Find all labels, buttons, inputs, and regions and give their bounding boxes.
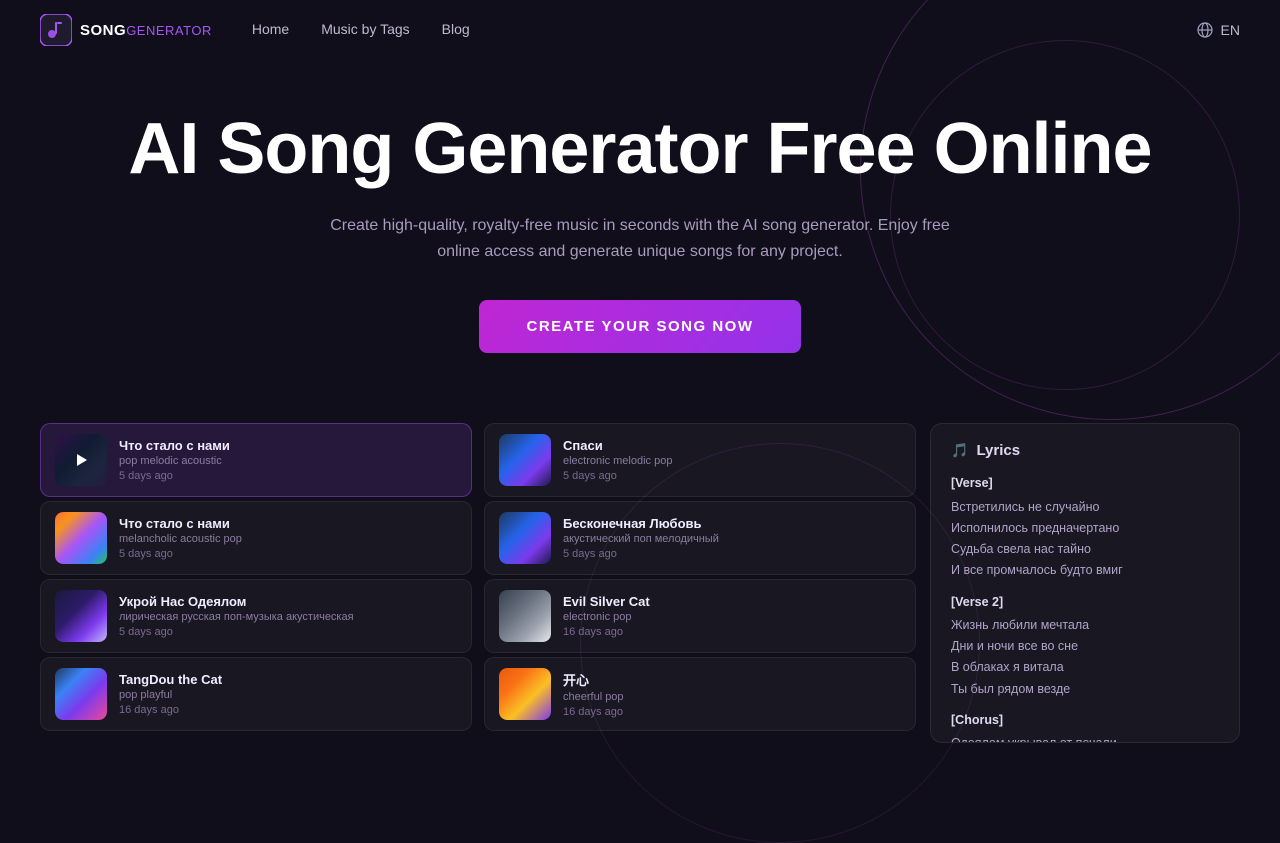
lyrics-panel: 🎵 Lyrics [Verse]Встретились не случайноИ… <box>930 423 1240 743</box>
songs-section: Что стало с нами pop melodic acoustic 5 da… <box>40 423 1240 743</box>
lyrics-line: Исполнилось предначертано <box>951 518 1219 539</box>
logo-text: SONGGENERATOR <box>80 22 212 39</box>
play-button[interactable] <box>55 434 107 486</box>
lyrics-line: Одеялом укрывал от печали <box>951 733 1219 743</box>
song-tags: pop playful <box>119 689 457 701</box>
lyrics-body: [Verse] Встретились не случайноИсполнилос… <box>951 473 1219 743</box>
hero-description: Create high-quality, royalty-free music … <box>330 213 950 264</box>
nav-blog[interactable]: Blog <box>442 21 470 37</box>
song-time: 5 days ago <box>119 626 457 638</box>
songs-column-left: Что стало с нами pop melodic acoustic 5 da… <box>40 423 472 743</box>
songs-grid: Что стало с нами pop melodic acoustic 5 da… <box>40 423 916 743</box>
song-tags: melancholic acoustic pop <box>119 533 457 545</box>
song-card[interactable]: Укрой Нас Одеялом лирическая русская поп-… <box>40 579 472 653</box>
lyrics-line: Встретились не случайно <box>951 497 1219 518</box>
song-card[interactable]: Evil Silver Cat electronic pop 16 days ago <box>484 579 916 653</box>
lyrics-line: И все промчалось будто вмиг <box>951 560 1219 581</box>
song-card[interactable]: Спаси electronic melodic pop 5 days ago <box>484 423 916 497</box>
hero-title: AI Song Generator Free Online <box>20 110 1260 189</box>
song-title: Укрой Нас Одеялом <box>119 594 457 609</box>
song-time: 5 days ago <box>119 548 457 560</box>
lyrics-header: 🎵 Lyrics <box>951 442 1219 459</box>
song-tags: cheerful pop <box>563 691 901 703</box>
song-title: Что стало с нами <box>119 516 457 531</box>
song-card[interactable]: Бесконечная Любовь акустический поп мелод… <box>484 501 916 575</box>
nav-music-by-tags[interactable]: Music by Tags <box>321 21 409 37</box>
lyrics-line: Дни и ночи все во сне <box>951 636 1219 657</box>
lyrics-section-label: [Verse] <box>951 473 1219 494</box>
cta-button[interactable]: CREATE YOUR SONG NOW <box>479 300 802 353</box>
song-title: Бесконечная Любовь <box>563 516 901 531</box>
song-tags: лирическая русская поп-музыка акустическ… <box>119 611 457 623</box>
song-title: 开心 <box>563 670 901 689</box>
song-time: 16 days ago <box>563 626 901 638</box>
song-title: Спаси <box>563 438 901 453</box>
song-time: 5 days ago <box>119 470 457 482</box>
globe-icon <box>1197 22 1213 38</box>
song-card[interactable]: TangDou the Cat pop playful 16 days ago <box>40 657 472 731</box>
lyrics-line: В облаках я витала <box>951 657 1219 678</box>
lyrics-line: Ты был рядом везде <box>951 679 1219 700</box>
nav-home[interactable]: Home <box>252 21 289 37</box>
navbar: SONGGENERATOR Home Music by Tags Blog EN <box>0 0 1280 60</box>
song-card[interactable]: Что стало с нами melancholic acoustic pop… <box>40 501 472 575</box>
song-title: Что стало с нами <box>119 438 457 453</box>
hero-section: AI Song Generator Free Online Create hig… <box>0 60 1280 393</box>
nav-lang[interactable]: EN <box>1197 22 1240 38</box>
song-title: Evil Silver Cat <box>563 594 901 609</box>
song-time: 5 days ago <box>563 548 901 560</box>
lyrics-section-label: [Chorus] <box>951 710 1219 731</box>
logo-icon <box>40 14 72 46</box>
lyrics-icon: 🎵 <box>951 442 968 459</box>
nav-links: Home Music by Tags Blog <box>252 21 470 39</box>
song-tags: акустический поп мелодичный <box>563 533 901 545</box>
song-card[interactable]: 开心 cheerful pop 16 days ago <box>484 657 916 731</box>
song-time: 16 days ago <box>563 706 901 718</box>
song-title: TangDou the Cat <box>119 672 457 687</box>
logo[interactable]: SONGGENERATOR <box>40 14 212 46</box>
lyrics-line: Судьба свела нас тайно <box>951 539 1219 560</box>
lyrics-section-label: [Verse 2] <box>951 592 1219 613</box>
song-time: 5 days ago <box>563 470 901 482</box>
song-tags: pop melodic acoustic <box>119 455 457 467</box>
song-card[interactable]: Что стало с нами pop melodic acoustic 5 da… <box>40 423 472 497</box>
song-time: 16 days ago <box>119 704 457 716</box>
song-tags: electronic pop <box>563 611 901 623</box>
lyrics-line: Жизнь любили мечтала <box>951 615 1219 636</box>
songs-column-right: Спасиelectronic melodic pop5 days agoБес… <box>484 423 916 743</box>
lyrics-title: Lyrics <box>976 442 1020 459</box>
song-tags: electronic melodic pop <box>563 455 901 467</box>
